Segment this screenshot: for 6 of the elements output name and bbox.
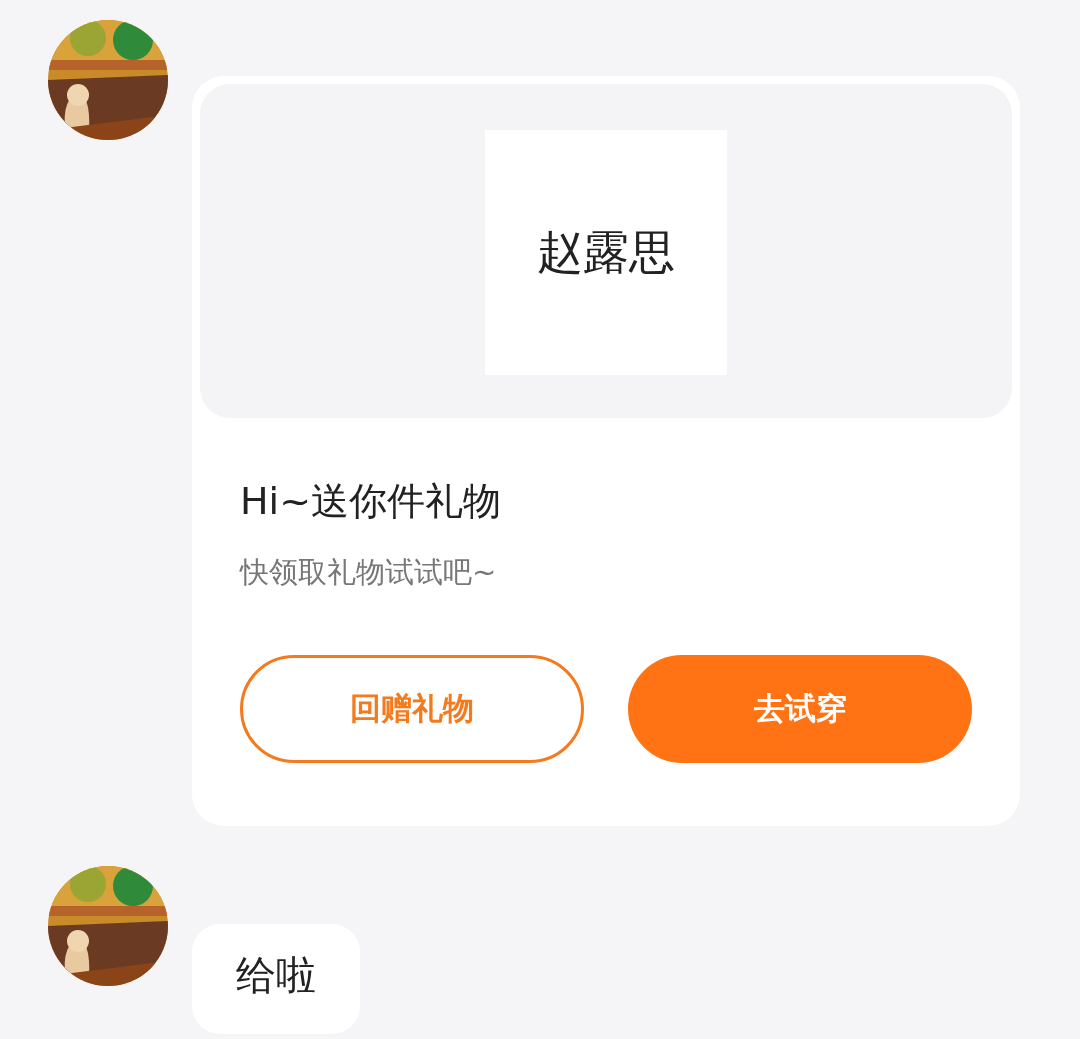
return-gift-button[interactable]: 回赠礼物 (240, 655, 584, 763)
gift-name: 赵露思 (485, 130, 727, 375)
gift-title: Hi~送你件礼物 (240, 478, 502, 525)
message-bubble: 给啦 (192, 924, 360, 1034)
gift-subtitle: 快领取礼物试试吧~ (240, 554, 498, 591)
try-on-button[interactable]: 去试穿 (628, 655, 972, 763)
